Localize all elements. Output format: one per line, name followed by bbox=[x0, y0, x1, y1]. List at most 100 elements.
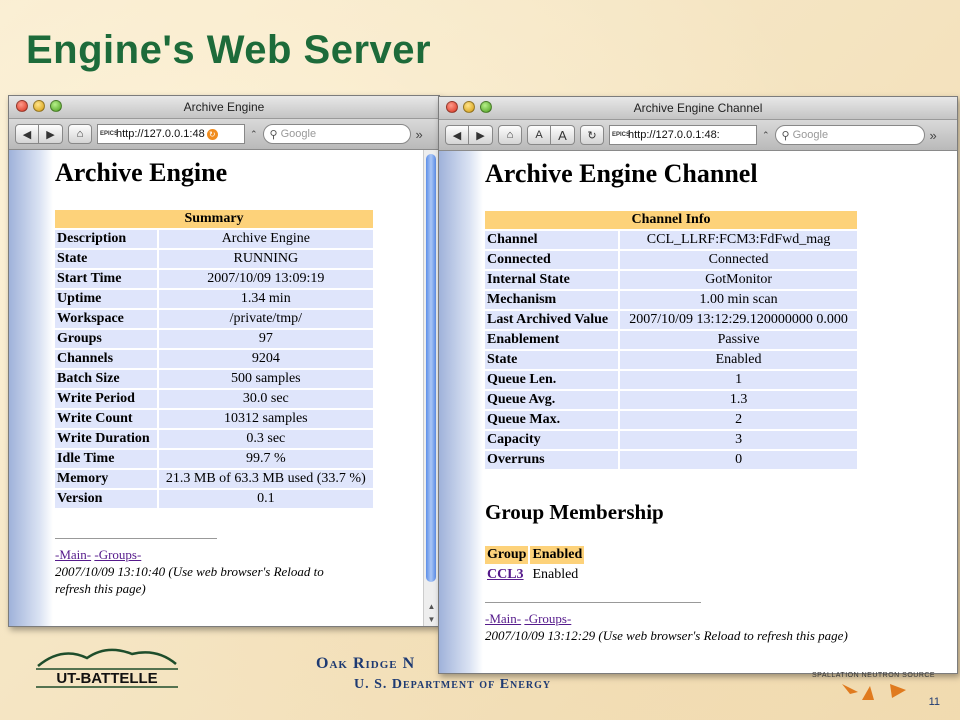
group-link-ccl3[interactable]: CCL3 bbox=[487, 567, 524, 582]
close-icon[interactable] bbox=[16, 100, 28, 112]
row-label: State bbox=[485, 351, 619, 369]
page-number: 11 bbox=[928, 696, 940, 708]
row-label: Write Period bbox=[55, 390, 157, 408]
zoom-icon[interactable] bbox=[50, 100, 62, 112]
channel-info-table: Channel Info Channel CCL_LLRF:FCM3:FdFwd_… bbox=[483, 209, 859, 471]
toolbar-overflow-icon[interactable]: » bbox=[416, 127, 423, 142]
table-row: Overruns 0 bbox=[485, 451, 857, 469]
group-table: Group Enabled CCL3 Enabled bbox=[483, 544, 586, 586]
row-label: Capacity bbox=[485, 431, 619, 449]
text-smaller-button[interactable]: A bbox=[527, 125, 551, 145]
summary-table: Summary Description Archive Engine State RU… bbox=[53, 208, 375, 510]
forward-button[interactable]: ▶ bbox=[469, 125, 493, 145]
group-enabled-value: Enabled bbox=[532, 567, 579, 582]
close-icon[interactable] bbox=[446, 101, 458, 113]
table-row: Capacity 3 bbox=[485, 431, 857, 449]
row-label: Channels bbox=[55, 350, 157, 368]
page-content: Archive Engine Summary Description Archiv… bbox=[9, 150, 439, 626]
ut-battelle-logo: UT-BATTELLE bbox=[36, 648, 178, 688]
text-bigger-button[interactable]: A bbox=[551, 125, 575, 145]
divider bbox=[485, 602, 701, 603]
row-label: Description bbox=[55, 230, 157, 248]
main-link[interactable]: -Main- bbox=[485, 611, 521, 626]
row-value: 2 bbox=[620, 411, 857, 429]
row-label: Queue Avg. bbox=[485, 391, 619, 409]
url-text: http://127.0.0.1:48: bbox=[628, 129, 720, 141]
home-button[interactable]: ⌂ bbox=[498, 125, 522, 145]
forward-button[interactable]: ▶ bbox=[39, 124, 63, 144]
row-value: 1.3 bbox=[620, 391, 857, 409]
table-row: Memory 21.3 MB of 63.3 MB used (33.7 %) bbox=[55, 470, 373, 488]
table-row: Uptime 1.34 min bbox=[55, 290, 373, 308]
row-value: /private/tmp/ bbox=[158, 310, 373, 328]
groups-link[interactable]: -Groups- bbox=[94, 547, 141, 562]
table-row: CCL3 Enabled bbox=[485, 566, 584, 584]
row-value: 97 bbox=[158, 330, 373, 348]
page-sidebar-gradient bbox=[9, 150, 53, 626]
scrollbar-thumb[interactable] bbox=[426, 154, 436, 582]
row-value: Enabled bbox=[620, 351, 857, 369]
timestamp-line2: refresh this page) bbox=[55, 581, 146, 596]
row-label: State bbox=[55, 250, 157, 268]
window-titlebar[interactable]: Archive Engine Channel bbox=[439, 97, 957, 120]
row-label: Version bbox=[55, 490, 157, 508]
row-label: Last Archived Value bbox=[485, 311, 619, 329]
row-label: Channel bbox=[485, 231, 619, 249]
window-titlebar[interactable]: Archive Engine bbox=[9, 96, 439, 119]
back-arrow-icon: ◀ bbox=[22, 128, 32, 141]
main-link[interactable]: -Main- bbox=[55, 547, 91, 562]
row-value: 2007/10/09 13:12:29.120000000 0.000 bbox=[620, 311, 857, 329]
table-row: Write Duration 0.3 sec bbox=[55, 430, 373, 448]
minimize-icon[interactable] bbox=[463, 101, 475, 113]
row-value: RUNNING bbox=[158, 250, 373, 268]
favicon-icon: EPICS bbox=[100, 131, 119, 137]
sns-logo-text: SPALLATION NEUTRON SOURCE bbox=[812, 672, 936, 679]
vertical-scrollbar[interactable]: ▲ ▼ bbox=[423, 150, 439, 626]
row-value: 21.3 MB of 63.3 MB used (33.7 %) bbox=[158, 470, 373, 488]
favicon-icon: EPICS bbox=[612, 132, 631, 138]
browser-toolbar: ◀ ▶ ⌂ A A ↻ EPICS http://127.0.0.1:48: ⌃… bbox=[439, 120, 957, 151]
table-row: Queue Len. 1 bbox=[485, 371, 857, 389]
slide-title: Engine's Web Server bbox=[26, 28, 432, 72]
row-value: CCL_LLRF:FCM3:FdFwd_mag bbox=[620, 231, 857, 249]
table-row: Workspace/private/tmp/ bbox=[55, 310, 373, 328]
row-value: 3 bbox=[620, 431, 857, 449]
home-button[interactable]: ⌂ bbox=[68, 124, 92, 144]
back-button[interactable]: ◀ bbox=[15, 124, 39, 144]
zoom-icon[interactable] bbox=[480, 101, 492, 113]
table-row: Write Period 30.0 sec bbox=[55, 390, 373, 408]
sns-logo-icon bbox=[842, 684, 906, 700]
groups-link[interactable]: -Groups- bbox=[524, 611, 571, 626]
row-label: Uptime bbox=[55, 290, 157, 308]
archive-engine-channel-window: Archive Engine Channel ◀ ▶ ⌂ A A ↻ EPICS… bbox=[438, 96, 958, 674]
search-field[interactable]: ⚲ Google bbox=[262, 124, 411, 144]
org-name-line2: U. S. Department of Energy bbox=[354, 677, 552, 692]
back-button[interactable]: ◀ bbox=[445, 125, 469, 145]
row-label: Groups bbox=[55, 330, 157, 348]
page-footer: -Main- -Groups- 2007/10/09 13:12:29 (Use… bbox=[485, 610, 848, 644]
table-row: Internal State GotMonitor bbox=[485, 271, 857, 289]
toolbar-overflow-icon[interactable]: » bbox=[930, 128, 937, 143]
enabled-column-header: Enabled bbox=[530, 546, 585, 564]
table-row: Write Count 10312 samples bbox=[55, 410, 373, 428]
url-field[interactable]: EPICS http://127.0.0.1:48: bbox=[609, 125, 757, 145]
row-value: 1.34 min bbox=[158, 290, 373, 308]
row-value: 2007/10/09 13:09:19 bbox=[158, 270, 373, 288]
window-title: Archive Engine bbox=[183, 100, 265, 114]
row-label: Overruns bbox=[485, 451, 619, 469]
search-field[interactable]: ⚲ Google bbox=[774, 125, 925, 145]
row-value: GotMonitor bbox=[620, 271, 857, 289]
minimize-icon[interactable] bbox=[33, 100, 45, 112]
url-dropdown-icon[interactable]: ⌃ bbox=[250, 129, 258, 140]
url-field[interactable]: EPICS http://127.0.0.1:48 ↻ bbox=[97, 124, 245, 144]
reload-button[interactable]: ↻ bbox=[580, 125, 604, 145]
row-value: 99.7 % bbox=[158, 450, 373, 468]
reload-icon[interactable]: ↻ bbox=[206, 128, 218, 140]
url-dropdown-icon[interactable]: ⌃ bbox=[762, 130, 770, 141]
row-value: Passive bbox=[620, 331, 857, 349]
scroll-arrows[interactable]: ▲ ▼ bbox=[424, 600, 439, 626]
row-label: Internal State bbox=[485, 271, 619, 289]
search-placeholder: Google bbox=[792, 129, 829, 141]
row-label: Mechanism bbox=[485, 291, 619, 309]
page-content: Archive Engine Channel Channel Info Chan… bbox=[439, 151, 957, 673]
